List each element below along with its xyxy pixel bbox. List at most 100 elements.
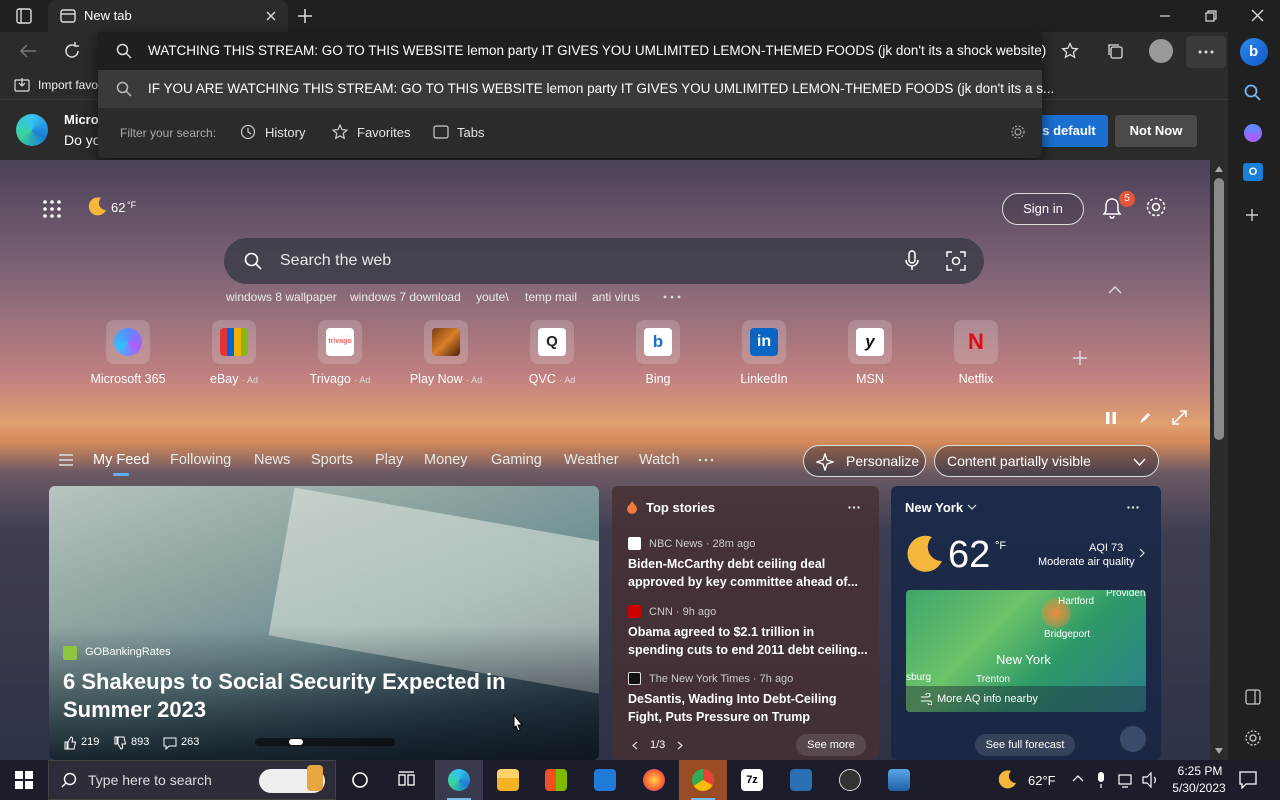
content-visibility-dropdown[interactable]: Content partially visible <box>934 445 1159 477</box>
like-icon[interactable] <box>63 736 77 750</box>
story-headline[interactable]: Biden-McCarthy debt ceiling deal approve… <box>628 555 868 591</box>
sidebar-settings-icon[interactable] <box>1244 729 1262 747</box>
taskbar-photos[interactable] <box>875 760 923 800</box>
tab-news[interactable]: News <box>254 452 290 468</box>
next-chevron-icon[interactable] <box>677 741 683 750</box>
see-more-button[interactable]: See more <box>796 734 866 756</box>
taskbar-file-explorer[interactable] <box>484 760 532 800</box>
more-trending-icon[interactable] <box>663 295 681 299</box>
taskbar-edge[interactable] <box>435 760 483 800</box>
restore-icon[interactable] <box>1205 10 1217 22</box>
prev-chevron-icon[interactable] <box>632 741 638 750</box>
taskbar-chrome[interactable] <box>679 760 727 800</box>
tab-weather[interactable]: Weather <box>564 452 619 468</box>
pause-icon[interactable] <box>1104 411 1118 425</box>
tile-netflix[interactable]: N <box>954 320 998 364</box>
carousel-dots[interactable] <box>255 738 395 746</box>
filter-history[interactable]: History <box>265 125 305 140</box>
tile-ebay[interactable] <box>212 320 256 364</box>
bing-chat-icon[interactable]: b <box>1240 38 1268 66</box>
app-launcher-icon[interactable] <box>42 199 62 219</box>
personalize-button[interactable]: Personalize <box>803 445 926 477</box>
network-icon[interactable] <box>1118 772 1136 788</box>
trending-search[interactable]: windows 7 download <box>350 290 461 304</box>
weather-location[interactable]: New York <box>905 500 963 515</box>
hero-headline[interactable]: 6 Shakeups to Social Security Expected i… <box>63 668 583 724</box>
taskbar-weather[interactable]: 62°F <box>1028 773 1056 788</box>
tab-gaming[interactable]: Gaming <box>491 452 542 468</box>
windows-start-icon[interactable] <box>15 771 33 789</box>
new-tab-button[interactable] <box>296 7 314 25</box>
trending-search[interactable]: temp mail <box>525 290 577 304</box>
collapse-chevron-icon[interactable] <box>1108 285 1122 294</box>
tab-my-feed[interactable]: My Feed <box>93 452 149 468</box>
tab-watch[interactable]: Watch <box>639 452 680 468</box>
hide-sidebar-icon[interactable] <box>1245 689 1261 705</box>
profile-avatar[interactable] <box>1149 39 1173 63</box>
air-quality-map[interactable]: Hartford Providen Bridgeport New York sb… <box>906 590 1146 712</box>
task-view-icon[interactable] <box>398 771 416 789</box>
comment-icon[interactable] <box>163 736 177 750</box>
more-tabs-icon[interactable] <box>698 458 714 462</box>
gear-icon[interactable] <box>1010 124 1026 140</box>
dislike-icon[interactable] <box>113 736 127 750</box>
sign-in-button[interactable]: Sign in <box>1002 193 1084 225</box>
clock-time[interactable]: 6:25 PM <box>1172 764 1228 778</box>
action-center-icon[interactable] <box>1239 771 1257 789</box>
not-now-button[interactable]: Not Now <box>1115 115 1197 147</box>
tab-new-tab[interactable]: New tab <box>48 0 288 32</box>
volume-icon[interactable] <box>1142 772 1160 788</box>
trending-search[interactable]: anti virus <box>592 290 640 304</box>
microphone-icon[interactable] <box>904 250 920 272</box>
tab-following[interactable]: Following <box>170 452 231 468</box>
microphone-icon[interactable] <box>1096 771 1106 789</box>
back-icon[interactable] <box>19 43 37 59</box>
tile-play-now[interactable] <box>424 320 468 364</box>
see-forecast-button[interactable]: See full forecast <box>975 734 1075 756</box>
more-icon[interactable] <box>1127 506 1139 509</box>
trending-search[interactable]: windows 8 wallpaper <box>226 290 337 304</box>
tile-microsoft365[interactable] <box>106 320 150 364</box>
aq-info-link[interactable]: More AQ info nearby <box>937 693 1038 705</box>
page-scrollbar[interactable] <box>1210 160 1228 760</box>
close-window-icon[interactable] <box>1251 9 1264 22</box>
visual-search-icon[interactable] <box>946 251 966 271</box>
filter-favorites[interactable]: Favorites <box>357 125 410 140</box>
scrollbar-thumb[interactable] <box>1214 178 1224 440</box>
chevron-right-icon[interactable] <box>1139 548 1145 558</box>
add-site-icon[interactable] <box>1072 350 1088 366</box>
taskbar-store[interactable] <box>532 760 580 800</box>
outlook-icon[interactable]: O <box>1243 163 1263 181</box>
chevron-down-icon[interactable] <box>967 504 977 510</box>
expand-icon[interactable] <box>1172 410 1187 425</box>
trending-search[interactable]: youte\ <box>476 290 509 304</box>
address-input-text[interactable]: WATCHING THIS STREAM: GO TO THIS WEBSITE… <box>148 43 1046 58</box>
edit-background-icon[interactable] <box>1138 411 1152 425</box>
import-favorites-link[interactable]: Import favo <box>38 78 98 92</box>
taskbar-obs[interactable] <box>826 760 874 800</box>
tile-msn[interactable]: y <box>848 320 892 364</box>
weather-temp[interactable]: 62 <box>111 200 125 215</box>
tab-actions-icon[interactable] <box>16 8 32 24</box>
more-icon[interactable] <box>848 506 860 509</box>
tile-qvc[interactable]: Q <box>530 320 574 364</box>
aqi-value[interactable]: AQI 73 <box>1089 542 1123 554</box>
scroll-down-arrow-icon[interactable] <box>1215 748 1223 754</box>
search-icon[interactable] <box>1244 84 1262 102</box>
weather-extra-button[interactable] <box>1120 726 1146 752</box>
microsoft365-icon[interactable] <box>1244 124 1262 142</box>
collections-icon[interactable] <box>1106 42 1124 60</box>
clock-date[interactable]: 5/30/2023 <box>1166 781 1232 795</box>
cortana-icon[interactable] <box>351 771 369 789</box>
chevron-up-icon[interactable] <box>1072 774 1084 782</box>
taskbar-search-box[interactable]: Type here to search <box>48 760 336 800</box>
refresh-icon[interactable] <box>62 41 82 61</box>
suggestion-item[interactable]: IF YOU ARE WATCHING THIS STREAM: GO TO T… <box>98 70 1054 108</box>
address-input-row[interactable]: WATCHING THIS STREAM: GO TO THIS WEBSITE… <box>98 32 1046 70</box>
tile-bing[interactable]: b <box>636 320 680 364</box>
story-headline[interactable]: Obama agreed to $2.1 trillion in spendin… <box>628 623 868 659</box>
taskbar-firefox[interactable] <box>630 760 678 800</box>
scroll-up-arrow-icon[interactable] <box>1215 166 1223 172</box>
taskbar-mail[interactable] <box>581 760 629 800</box>
settings-menu-button[interactable] <box>1186 36 1226 68</box>
